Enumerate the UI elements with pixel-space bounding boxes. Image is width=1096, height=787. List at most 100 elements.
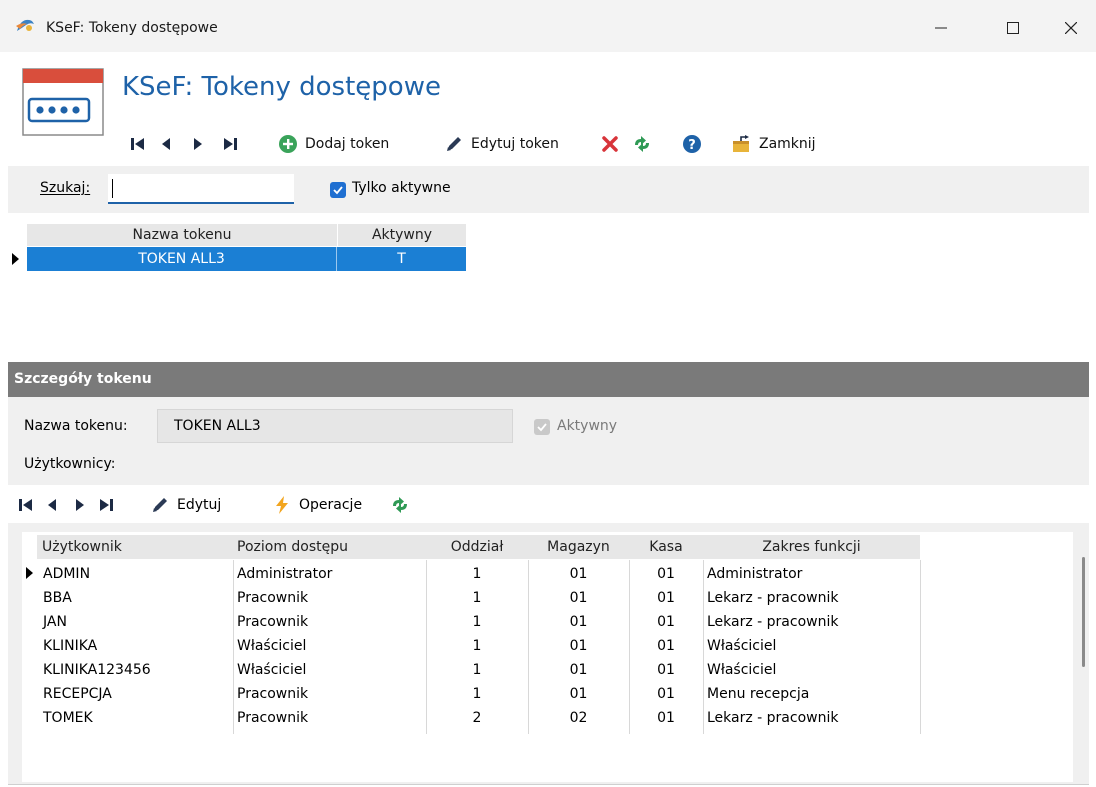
edit-token-label: Edytuj token bbox=[471, 136, 559, 152]
details-section-header: Szczegóły tokenu bbox=[8, 362, 1089, 397]
branch-cell: 1 bbox=[472, 566, 482, 582]
users-edit-label: Edytuj bbox=[177, 497, 222, 513]
help-icon: ? bbox=[683, 135, 701, 153]
refresh-icon bbox=[393, 497, 407, 513]
only-active-label[interactable]: Tylko aktywne bbox=[352, 180, 451, 196]
warehouse-cell: 01 bbox=[569, 638, 588, 654]
search-input[interactable] bbox=[108, 174, 294, 204]
edit-token-button[interactable]: Edytuj token bbox=[444, 131, 559, 157]
users-last-button[interactable] bbox=[96, 493, 116, 517]
minimize-button[interactable] bbox=[918, 10, 964, 46]
table-row[interactable]: KLINIKA123456 Właściciel 1 01 01 Właścic… bbox=[37, 658, 920, 682]
function-scope-cell: Właściciel bbox=[707, 662, 777, 678]
checkmark-icon bbox=[537, 423, 547, 432]
function-scope-cell: Administrator bbox=[707, 566, 803, 582]
vertical-scrollbar[interactable] bbox=[1073, 532, 1089, 782]
table-row[interactable]: TOKEN ALL3 T bbox=[27, 247, 466, 271]
minimize-icon bbox=[935, 27, 947, 29]
warehouse-cell: 01 bbox=[569, 662, 588, 678]
access-level-cell: Pracownik bbox=[237, 710, 309, 726]
access-level-cell: Pracownik bbox=[237, 590, 309, 606]
maximize-button[interactable] bbox=[990, 10, 1036, 46]
column-header-token-name[interactable]: Nazwa tokenu bbox=[27, 224, 337, 246]
column-header-function-scope[interactable]: Zakres funkcji bbox=[703, 535, 920, 559]
users-prev-button[interactable] bbox=[42, 493, 62, 517]
only-active-checkbox[interactable] bbox=[330, 182, 346, 198]
table-row[interactable]: KLINIKA Właściciel 1 01 01 Właściciel bbox=[37, 634, 920, 658]
table-row[interactable]: BBA Pracownik 1 01 01 Lekarz - pracownik bbox=[37, 586, 920, 610]
cash-register-cell: 01 bbox=[657, 590, 675, 606]
user-cell: BBA bbox=[43, 590, 72, 606]
column-header-warehouse[interactable]: Magazyn bbox=[528, 535, 629, 559]
users-edit-button[interactable]: Edytuj bbox=[150, 493, 221, 517]
users-label: Użytkownicy: bbox=[24, 456, 116, 472]
checkmark-icon bbox=[333, 186, 343, 195]
last-record-icon bbox=[224, 138, 237, 150]
access-level-cell: Pracownik bbox=[237, 686, 309, 702]
prev-record-button[interactable] bbox=[156, 131, 176, 157]
column-header-user[interactable]: Użytkownik bbox=[37, 535, 233, 559]
close-form-label: Zamknij bbox=[759, 136, 816, 152]
first-record-icon bbox=[19, 499, 32, 511]
close-form-button[interactable]: Zamknij bbox=[732, 131, 816, 157]
pencil-icon bbox=[447, 137, 461, 151]
cash-register-cell: 01 bbox=[657, 662, 675, 678]
cash-register-cell: 01 bbox=[657, 566, 675, 582]
function-scope-cell: Lekarz - pracownik bbox=[707, 590, 839, 606]
window-title: KSeF: Tokeny dostępowe bbox=[46, 20, 218, 36]
column-header-cash-register[interactable]: Kasa bbox=[629, 535, 703, 559]
column-header-branch[interactable]: Oddział bbox=[426, 535, 528, 559]
last-record-button[interactable] bbox=[220, 131, 240, 157]
access-level-cell: Właściciel bbox=[237, 662, 307, 678]
function-scope-cell: Właściciel bbox=[707, 638, 777, 654]
table-row[interactable]: ADMIN Administrator 1 01 01 Administrato… bbox=[37, 562, 920, 586]
warehouse-cell: 01 bbox=[569, 686, 588, 702]
add-token-label: Dodaj token bbox=[305, 136, 390, 152]
lightning-icon bbox=[276, 496, 288, 514]
table-row[interactable]: JAN Pracownik 1 01 01 Lekarz - pracownik bbox=[37, 610, 920, 634]
users-operations-button[interactable]: Operacje bbox=[272, 493, 362, 517]
table-row[interactable]: TOMEK Pracownik 2 02 01 Lekarz - pracown… bbox=[37, 706, 920, 730]
user-cell: ADMIN bbox=[43, 566, 91, 582]
cash-register-cell: 01 bbox=[657, 638, 675, 654]
prev-record-icon bbox=[162, 138, 170, 150]
refresh-button[interactable] bbox=[632, 131, 652, 157]
access-level-cell: Pracownik bbox=[237, 614, 309, 630]
delete-icon bbox=[602, 136, 618, 152]
branch-cell: 2 bbox=[472, 710, 482, 726]
close-window-button[interactable] bbox=[1048, 10, 1094, 46]
scrollbar-thumb[interactable] bbox=[1082, 557, 1085, 667]
close-icon bbox=[1065, 22, 1077, 34]
table-row[interactable]: RECEPCJA Pracownik 1 01 01 Menu recepcja bbox=[37, 682, 920, 706]
cash-register-cell: 01 bbox=[657, 686, 675, 702]
column-header-access-level[interactable]: Poziom dostępu bbox=[233, 535, 426, 559]
maximize-icon bbox=[1007, 22, 1019, 34]
first-record-button[interactable] bbox=[128, 131, 148, 157]
add-token-button[interactable]: Dodaj token bbox=[278, 131, 389, 157]
users-refresh-button[interactable] bbox=[390, 493, 410, 517]
next-record-button[interactable] bbox=[188, 131, 208, 157]
function-scope-cell: Lekarz - pracownik bbox=[707, 614, 839, 630]
function-scope-cell: Menu recepcja bbox=[707, 686, 810, 702]
svg-text:?: ? bbox=[688, 138, 696, 153]
help-button[interactable]: ? bbox=[682, 131, 702, 157]
branch-cell: 1 bbox=[472, 590, 482, 606]
users-first-button[interactable] bbox=[16, 493, 36, 517]
detail-active-label: Aktywny bbox=[557, 418, 618, 434]
user-cell: TOMEK bbox=[43, 710, 93, 726]
search-label: Szukaj: bbox=[40, 180, 91, 196]
warehouse-cell: 02 bbox=[569, 710, 588, 726]
cash-register-cell: 01 bbox=[657, 710, 675, 726]
user-cell: RECEPCJA bbox=[43, 686, 112, 702]
warehouse-cell: 01 bbox=[569, 566, 588, 582]
branch-cell: 1 bbox=[472, 614, 482, 630]
form-password-icon bbox=[22, 68, 104, 136]
cash-register-cell: 01 bbox=[657, 614, 675, 630]
divider bbox=[8, 784, 1089, 785]
last-record-icon bbox=[100, 499, 113, 511]
users-next-button[interactable] bbox=[70, 493, 90, 517]
access-level-cell: Właściciel bbox=[237, 638, 307, 654]
delete-button[interactable] bbox=[600, 131, 620, 157]
column-header-active[interactable]: Aktywny bbox=[338, 224, 466, 246]
current-row-indicator bbox=[12, 253, 19, 265]
